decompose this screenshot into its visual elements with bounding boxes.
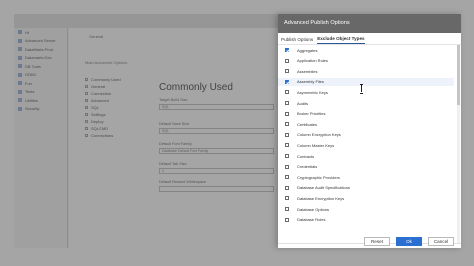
ok-button[interactable]: Ok [396,237,422,246]
object-type-label: Asymmetric Keys [297,89,328,95]
object-type-label: Database Options [297,206,330,212]
object-type-row[interactable]: Broker Priorities [278,110,454,118]
object-type-row[interactable]: Database Encryption Keys [278,194,454,202]
checkbox[interactable] [285,196,289,201]
object-type-label: Application Roles [297,58,328,64]
object-type-row[interactable]: Contracts [278,152,454,160]
object-type-row[interactable]: Database Audit Specifications [278,184,454,192]
object-type-label: Database Roles [297,217,326,223]
object-type-label: Column Master Keys [297,142,335,148]
checkbox[interactable] [285,101,289,105]
object-type-row[interactable]: Column Master Keys [278,141,454,149]
object-type-row[interactable]: Application Roles [278,57,454,65]
object-type-row[interactable]: Column Encryption Keys [278,131,454,139]
object-type-label: Cryptographic Providers [297,174,340,180]
object-type-row[interactable]: Asymmetric Keys [278,88,454,96]
object-type-label: Assembly Files [297,79,324,85]
dialog-tabs: Publish Options Exclude Object Types [278,33,461,45]
object-type-label: Assemblies [297,68,318,74]
advanced-publish-options-dialog: Advanced Publish Options Publish Options… [278,14,461,248]
checkbox[interactable] [285,143,289,148]
checkbox[interactable] [285,207,289,211]
object-type-row[interactable]: Audits [278,99,454,107]
object-type-label: Certificates [297,121,318,127]
checkbox[interactable] [285,48,289,52]
object-type-row[interactable]: Certificates [278,120,454,128]
object-type-label: Contracts [297,153,315,159]
list-scrollbar-thumb[interactable] [457,45,460,105]
checkbox[interactable] [285,79,289,84]
object-type-row[interactable]: Aggregates [278,46,454,54]
object-type-label: Database Encryption Keys [297,195,345,201]
checkbox[interactable] [285,90,289,95]
checkbox[interactable] [285,122,289,127]
object-type-label: Audits [297,100,309,106]
object-type-label: Database Audit Specifications [297,185,350,191]
object-type-label: Column Encryption Keys [297,132,341,138]
text-cursor-icon [360,84,363,94]
checkbox[interactable] [285,154,289,158]
object-type-row[interactable]: Database Options [278,205,454,213]
object-type-row[interactable]: Assemblies [278,67,454,75]
checkbox[interactable] [285,58,289,63]
tab-exclude-object-types[interactable]: Exclude Object Types [317,36,365,44]
object-type-row[interactable]: Assembly Files [278,77,454,86]
checkbox[interactable] [285,69,289,74]
object-type-row[interactable]: Credentials [278,163,454,171]
object-type-label: Broker Priorities [297,111,326,117]
object-type-list: Aggregates Application Roles Assemblies Ass… [278,45,461,243]
object-type-label: Credentials [297,164,318,170]
object-type-row[interactable]: Database Roles [278,216,454,224]
cancel-button[interactable]: Cancel [428,237,454,246]
dialog-title: Advanced Publish Options [278,14,461,33]
checkbox[interactable] [285,175,289,180]
object-type-label: Aggregates [297,47,318,53]
checkbox[interactable] [285,132,289,137]
reset-button[interactable]: Reset [364,237,390,246]
checkbox[interactable] [285,164,289,169]
tab-publish-options[interactable]: Publish Options [281,37,313,44]
object-type-row[interactable]: Cryptographic Providers [278,173,454,181]
checkbox[interactable] [285,111,289,116]
checkbox[interactable] [285,185,289,190]
checkbox[interactable] [285,217,289,222]
list-scrollbar[interactable] [457,45,460,243]
